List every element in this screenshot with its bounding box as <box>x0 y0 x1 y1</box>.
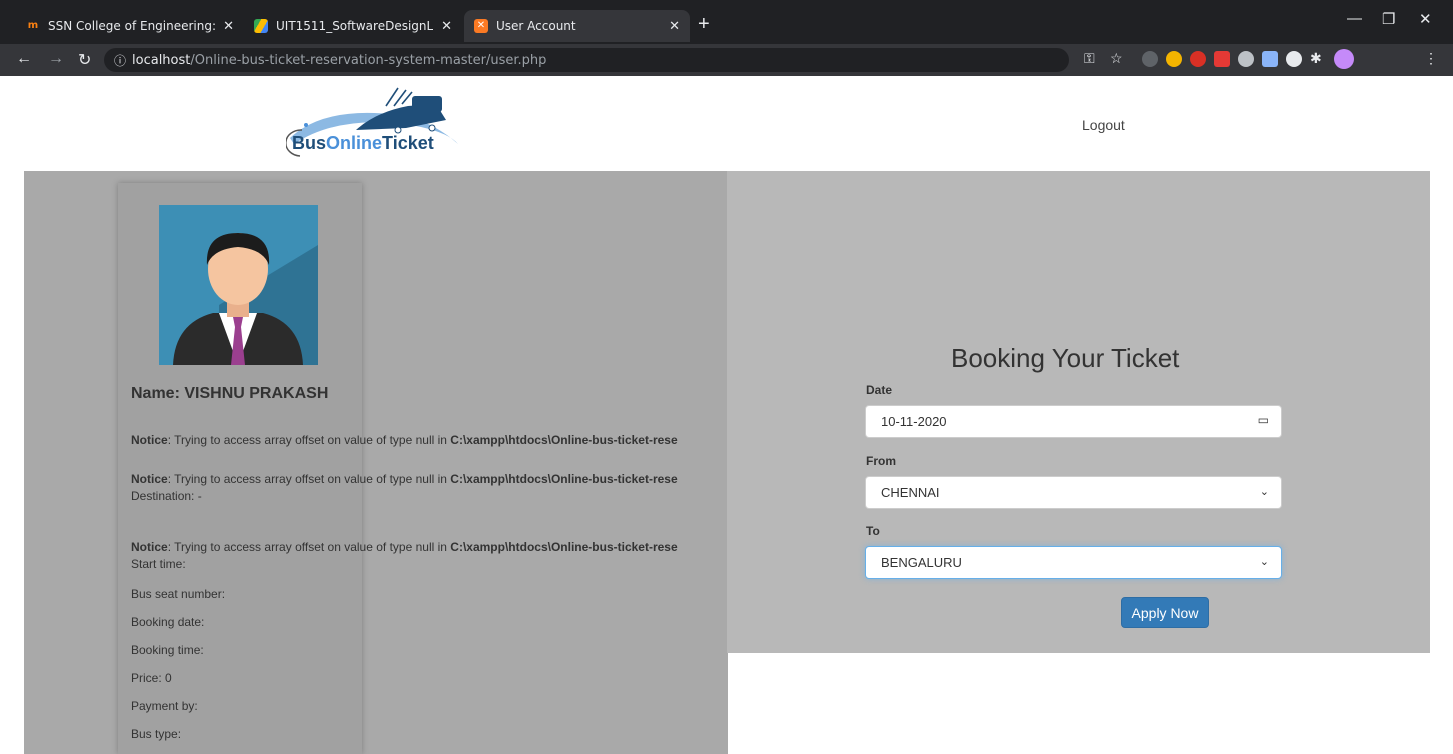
url-field[interactable]: ⓘ localhost /Online-bus-ticket-reservati… <box>104 48 1069 72</box>
close-icon[interactable]: ✕ <box>669 19 680 34</box>
browser-tab-bar: m SSN College of Engineering: Log ✕ UIT1… <box>0 0 1453 44</box>
forward-icon[interactable]: → <box>48 50 64 68</box>
payment-by-line: Payment by: <box>131 699 198 713</box>
extension-icon[interactable] <box>1142 51 1158 67</box>
notice-text: : Trying to access array offset on value… <box>167 433 451 447</box>
close-icon[interactable]: ✕ <box>223 19 234 34</box>
bus-type-line: Bus type: <box>131 727 182 741</box>
globe-icon[interactable] <box>1238 51 1254 67</box>
from-label: From <box>866 454 896 468</box>
to-select[interactable]: BENGALURU ⌄ <box>865 546 1282 579</box>
key-icon[interactable]: ⚿ <box>1084 50 1095 67</box>
back-icon[interactable]: ← <box>16 50 32 68</box>
new-tab-icon[interactable]: + <box>698 14 710 34</box>
tab-title: User Account <box>496 19 576 33</box>
svg-text:BusOnlineTicket: BusOnlineTicket <box>292 133 434 153</box>
from-select[interactable]: CHENNAI ⌄ <box>865 476 1282 509</box>
destination-line: Destination: - <box>131 489 202 503</box>
moodle-icon: m <box>27 20 39 31</box>
maximize-icon[interactable]: ❐ <box>1382 10 1395 28</box>
close-icon[interactable]: ✕ <box>441 19 452 34</box>
calendar-icon[interactable] <box>1262 51 1278 67</box>
browser-tab[interactable]: UIT1511_SoftwareDesignLab_V_I ✕ <box>244 10 462 42</box>
to-value: BENGALURU <box>881 555 962 570</box>
reload-icon[interactable]: ↻ <box>78 50 91 70</box>
apply-now-button[interactable]: Apply Now <box>1121 597 1209 628</box>
chevron-down-icon: ⌄ <box>1259 556 1269 568</box>
notice-message: Notice: Trying to access array offset on… <box>131 433 727 447</box>
logout-link[interactable]: Logout <box>1082 117 1125 133</box>
puzzle-icon[interactable]: ✱ <box>1310 50 1322 67</box>
notice-path: C:\xampp\htdocs\Online-bus-ticket-rese <box>450 433 678 447</box>
browser-tab[interactable]: m SSN College of Engineering: Log ✕ <box>16 10 244 42</box>
minimize-icon[interactable]: — <box>1347 10 1362 27</box>
user-name: Name: VISHNU PRAKASH <box>131 385 329 402</box>
notice-message: Notice: Trying to access array offset on… <box>131 540 727 554</box>
browser-tab-active[interactable]: ✕ User Account ✕ <box>464 10 690 42</box>
tab-title: UIT1511_SoftwareDesignLab_V_I <box>276 19 434 33</box>
date-input[interactable]: 10-11-2020 ▭ <box>865 405 1282 438</box>
url-path: /Online-bus-ticket-reservation-system-ma… <box>190 52 547 68</box>
avatar-icon[interactable] <box>1334 49 1354 69</box>
calendar-icon[interactable]: ▭ <box>1258 413 1269 427</box>
info-icon: ⓘ <box>114 53 127 68</box>
notice-path: C:\xampp\htdocs\Online-bus-ticket-rese <box>450 540 678 554</box>
notice-message: Notice: Trying to access array offset on… <box>131 472 727 486</box>
notice-label: Notice <box>131 472 168 486</box>
booking-title: Booking Your Ticket <box>951 343 1180 373</box>
notice-text: : Trying to access array offset on value… <box>167 540 451 554</box>
notice-label: Notice <box>131 540 168 554</box>
start-time-line: Start time: <box>131 557 186 571</box>
notice-text: : Trying to access array offset on value… <box>167 472 451 486</box>
window-close-icon[interactable]: ✕ <box>1419 10 1432 28</box>
to-label: To <box>866 524 880 538</box>
drive-icon <box>254 19 268 33</box>
record-icon[interactable] <box>1286 51 1302 67</box>
seat-number-line: Bus seat number: <box>131 587 226 601</box>
tp-icon[interactable] <box>1190 51 1206 67</box>
address-bar-row: ← → ↻ ⓘ localhost /Online-bus-ticket-res… <box>0 44 1453 76</box>
url-host: localhost <box>132 52 191 68</box>
star-icon[interactable]: ☆ <box>1110 50 1123 67</box>
user-avatar <box>159 205 318 365</box>
booking-date-line: Booking date: <box>131 615 205 629</box>
chevron-down-icon: ⌄ <box>1259 486 1269 498</box>
cookie-icon[interactable] <box>1166 51 1182 67</box>
logo-text-ticket: Ticket <box>382 133 434 153</box>
date-label: Date <box>866 383 893 397</box>
price-line: Price: 0 <box>131 671 172 685</box>
notice-label: Notice <box>131 433 168 447</box>
booking-time-line: Booking time: <box>131 643 204 657</box>
pdf-icon[interactable] <box>1214 51 1230 67</box>
from-value: CHENNAI <box>881 485 940 500</box>
menu-icon[interactable]: ⋮ <box>1424 50 1438 67</box>
notice-path: C:\xampp\htdocs\Online-bus-ticket-rese <box>450 472 678 486</box>
logo-text-bus: Bus <box>292 133 326 153</box>
tab-title: SSN College of Engineering: Log <box>48 19 216 33</box>
date-value: 10-11-2020 <box>881 414 947 429</box>
bus-online-ticket-logo[interactable]: BusOnlineTicket <box>286 86 466 166</box>
logo-text-online: Online <box>326 133 382 153</box>
xampp-icon: ✕ <box>474 19 488 33</box>
